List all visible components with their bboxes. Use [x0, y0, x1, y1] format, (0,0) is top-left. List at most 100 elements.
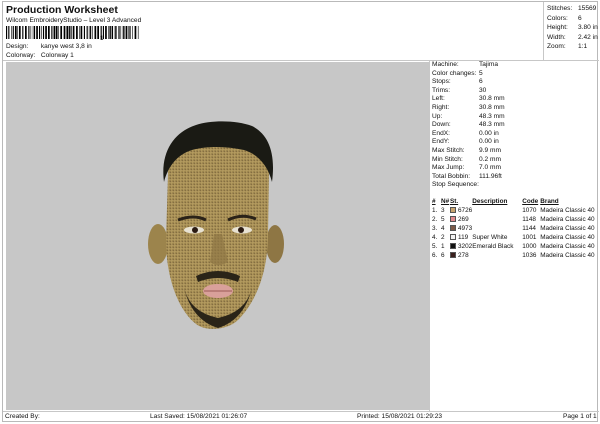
barcode-bar	[130, 26, 131, 39]
footer-created-by: Created By:	[5, 413, 40, 420]
barcode-bar	[79, 26, 80, 39]
needle-number: 5	[441, 216, 445, 223]
stitch-count: 3202	[450, 242, 472, 251]
stitch-count: 4973	[450, 224, 472, 233]
barcode-bar	[83, 26, 85, 39]
barcode-bar	[28, 26, 30, 39]
footer-page-number: Page 1 of 1	[563, 413, 597, 420]
col-header: Description	[472, 198, 508, 205]
barcode-bar	[110, 26, 112, 39]
barcode-number: 1	[100, 36, 104, 42]
barcode-bar	[55, 26, 58, 39]
info-row-left: Left: 30.8 mm	[432, 95, 599, 104]
info-row-max-stitch: Max Stitch: 9.9 mm	[432, 147, 599, 156]
info-value: 0.00 in	[479, 138, 499, 146]
barcode-bar	[72, 26, 75, 39]
barcode-bar	[119, 26, 120, 39]
barcode-bar	[108, 26, 110, 39]
barcode-bar	[120, 26, 122, 39]
divider	[3, 411, 599, 412]
thread-code: 1000	[522, 243, 537, 250]
barcode-bar	[92, 26, 93, 39]
barcode-bar	[63, 26, 66, 39]
stat-value: 2.42 in	[578, 33, 598, 41]
info-row-color-changes: Color changes: 5	[432, 70, 599, 79]
info-value: 6	[479, 78, 483, 86]
info-row-endy: EndY: 0.00 in	[432, 138, 599, 147]
colorway-value: Colorway 1	[40, 52, 74, 59]
colorway-row: Colorway: Colorway 1	[6, 52, 74, 59]
barcode-bar	[70, 26, 72, 39]
thread-code: 1036	[522, 252, 537, 259]
info-label: Machine:	[432, 61, 459, 68]
barcode-bar	[30, 26, 32, 39]
info-value: 30	[479, 86, 487, 94]
info-label: Down:	[432, 121, 451, 129]
info-row-down: Down: 48.3 mm	[432, 121, 599, 130]
stat-colors: Colors: 6	[547, 14, 599, 24]
info-row-max-jump: Max Jump: 7.0 mm	[432, 164, 599, 173]
color-swatch	[450, 234, 456, 241]
barcode-bar	[11, 26, 12, 39]
barcode-bar	[36, 26, 38, 39]
info-label: Color changes:	[432, 69, 477, 77]
stitch-count-value: 3202	[458, 243, 473, 250]
info-row-up: Up: 48.3 mm	[432, 113, 599, 122]
stitch-count-value: 119	[458, 234, 469, 241]
thread-code: 1070	[522, 207, 537, 214]
stop-sequence-table: # N# St. Description Code Brand 1. 3 6726 1…	[432, 197, 599, 260]
seq-index: 5.	[432, 243, 438, 250]
table-header-row: # N# St. Description Code Brand	[432, 197, 599, 206]
barcode-bar	[134, 26, 137, 39]
barcode-bar	[128, 26, 130, 39]
info-label: EndY:	[432, 138, 450, 146]
needle-number: 1	[441, 243, 445, 250]
info-label: Right:	[432, 103, 450, 111]
barcode-bar	[33, 26, 36, 39]
barcode-bar	[8, 26, 10, 39]
barcode-bar	[12, 26, 14, 39]
barcode-bar	[88, 26, 90, 39]
stat-label: Stitches:	[547, 5, 573, 12]
design-name-row: Design: kanye west 3,8 in	[6, 43, 92, 50]
barcode-bar	[122, 26, 124, 39]
barcode-bar	[51, 26, 53, 39]
barcode-bar	[125, 26, 128, 39]
thread-brand: Madeira Classic 40	[540, 216, 595, 223]
col-header: #	[432, 198, 436, 205]
col-header: St.	[450, 198, 459, 205]
footer-printed: Printed: 15/08/2021 01:29:23	[357, 413, 443, 420]
barcode-bar	[66, 26, 69, 39]
design-value: kanye west 3,8 in	[40, 43, 92, 50]
color-swatch	[450, 207, 456, 214]
col-header: N#	[441, 198, 450, 205]
footer-last-saved: Last Saved: 15/08/2021 01:26:07	[150, 413, 248, 420]
barcode-bar	[39, 26, 41, 39]
barcode-bar	[94, 26, 97, 39]
stat-value: 3.80 in	[578, 24, 598, 32]
barcode-bar	[41, 26, 42, 39]
info-value: 7.0 mm	[479, 164, 501, 172]
barcode-bar	[105, 26, 107, 39]
info-label: EndX:	[432, 129, 450, 137]
stat-label: Height:	[547, 24, 568, 32]
barcode-bar	[42, 26, 45, 39]
stats-panel: Stitches: 15569 Colors: 6 Height: 3.80 in W…	[547, 4, 599, 52]
stop-sequence-title: Stop Sequence:	[432, 181, 479, 189]
stat-value: 1:1	[578, 43, 588, 51]
info-label: Stops:	[432, 78, 451, 86]
stitch-count-value: 278	[458, 252, 469, 259]
info-value: 48.3 mm	[479, 112, 505, 120]
barcode-bar	[45, 26, 47, 39]
color-swatch	[450, 252, 456, 259]
thread-description	[472, 215, 522, 224]
info-value: 0.2 mm	[479, 155, 501, 163]
info-value: 9.9 mm	[479, 146, 501, 154]
table-row: 6. 6 278 1036 Madeira Classic 40	[432, 251, 599, 260]
seq-index: 6.	[432, 252, 438, 259]
stat-stitches: Stitches: 15569	[547, 4, 599, 14]
thread-description	[472, 224, 522, 233]
design-preview	[6, 62, 430, 410]
colorway-label: Colorway:	[6, 52, 36, 59]
barcode-bar	[132, 26, 133, 39]
